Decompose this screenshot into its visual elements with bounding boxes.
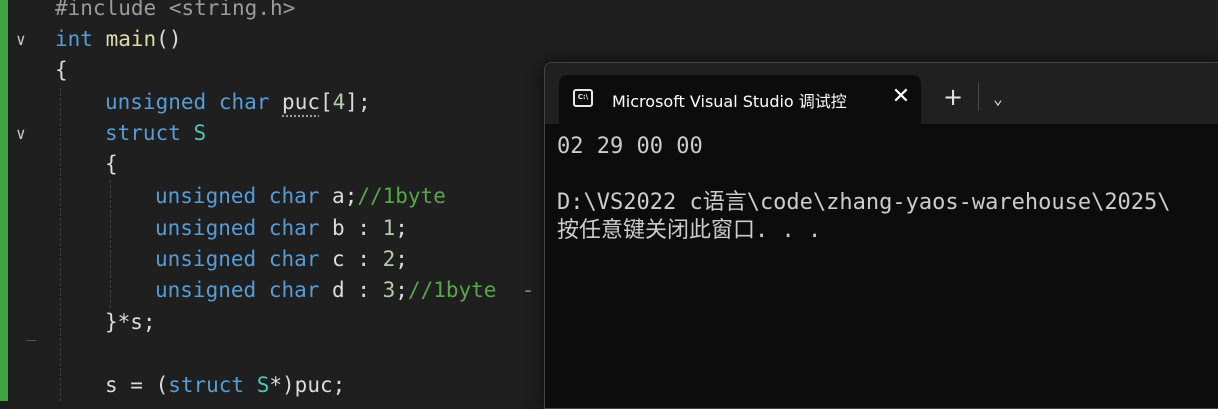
fold-chevron-icon[interactable]: ∨: [16, 30, 36, 50]
plus-icon[interactable]: +: [941, 85, 965, 109]
code-line: unsigned char c : 2;: [155, 244, 408, 275]
code-line: struct S: [105, 118, 206, 149]
include-header: <string.h>: [168, 0, 296, 20]
keyword: unsigned: [155, 278, 257, 302]
field-decl: c :: [332, 247, 383, 271]
output-line: D:\VS2022 c语言\code\zhang-yaos-warehouse\…: [557, 190, 1171, 215]
code-line: int main(): [55, 24, 181, 55]
code-line: {: [105, 149, 118, 180]
preprocessor-directive: #include: [55, 0, 157, 20]
keyword: struct: [168, 373, 245, 397]
variable-name: puc: [282, 90, 320, 114]
punctuation: ;: [395, 216, 408, 240]
expression: s = (: [105, 373, 169, 397]
comment: //1byte: [357, 184, 446, 208]
code-line: unsigned char puc[4];: [105, 87, 371, 118]
number: 3: [382, 278, 396, 302]
code-line: unsigned char a;//1byte: [155, 181, 446, 212]
punctuation: ];: [345, 90, 371, 114]
terminal-icon: C:\: [573, 89, 593, 107]
code-line: {: [55, 55, 68, 86]
type-name: S: [256, 373, 270, 397]
code-line: s = (struct S*)puc;: [105, 370, 345, 401]
keyword: unsigned: [155, 184, 257, 208]
code-line: #include <string.h>: [55, 0, 295, 24]
code-line: unsigned char d : 3;//1byte -: [155, 275, 534, 306]
punctuation: [: [319, 90, 333, 114]
fold-chevron-icon[interactable]: ∨: [16, 124, 36, 144]
keyword: char: [218, 90, 270, 114]
field-decl: b :: [332, 216, 383, 240]
indent-guide: [60, 88, 61, 401]
punctuation: ;: [395, 278, 408, 302]
terminal-output[interactable]: 02 29 00 00 D:\VS2022 c语言\code\zhang-yao…: [557, 133, 1218, 408]
brace: {: [105, 152, 118, 176]
expression: *)puc;: [269, 373, 346, 397]
fold-end-marker: [26, 340, 36, 341]
tab-title: Microsoft Visual Studio 调试控: [612, 92, 847, 111]
field-decl: a;: [332, 184, 358, 208]
struct-close: }*s;: [105, 310, 156, 334]
keyword: unsigned: [155, 216, 257, 240]
keyword: char: [268, 184, 320, 208]
close-icon[interactable]: ✕: [889, 85, 913, 109]
number: 1: [382, 216, 396, 240]
code-line: unsigned char b : 1;: [155, 213, 408, 244]
keyword: char: [268, 247, 320, 271]
function-name: main: [105, 27, 157, 51]
number: 4: [332, 90, 346, 114]
code-line: }*s;: [105, 307, 156, 338]
tab-divider: [978, 83, 979, 111]
output-line: 按任意键关闭此窗口. . .: [557, 218, 822, 243]
keyword: unsigned: [155, 247, 257, 271]
terminal-titlebar[interactable]: C:\ Microsoft Visual Studio 调试控 ✕ + ⌄: [545, 63, 1218, 124]
brace: {: [55, 58, 68, 82]
punctuation: (): [156, 27, 182, 51]
terminal-window[interactable]: C:\ Microsoft Visual Studio 调试控 ✕ + ⌄ 02…: [544, 62, 1218, 409]
type-name: S: [193, 121, 207, 145]
field-decl: d :: [332, 278, 383, 302]
indent-guide: [110, 180, 111, 308]
output-line: 02 29 00 00: [557, 134, 703, 159]
terminal-tab[interactable]: C:\ Microsoft Visual Studio 调试控 ✕: [559, 75, 921, 124]
punctuation: ;: [395, 247, 408, 271]
keyword: char: [268, 278, 320, 302]
number: 2: [382, 247, 396, 271]
keyword: char: [268, 216, 320, 240]
comment: //1byte -: [407, 278, 535, 302]
change-indicator-bar: [0, 0, 8, 401]
chevron-down-icon[interactable]: ⌄: [986, 87, 1010, 111]
keyword: unsigned: [105, 90, 207, 114]
keyword: int: [55, 27, 93, 51]
keyword: struct: [105, 121, 181, 145]
